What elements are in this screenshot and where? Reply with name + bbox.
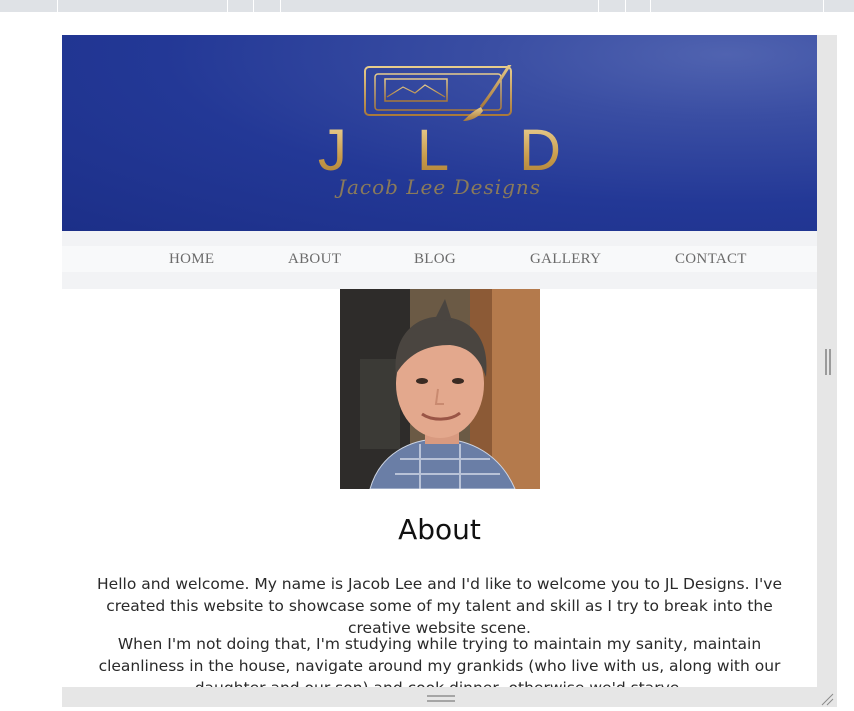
nav-about[interactable]: ABOUT <box>288 251 341 268</box>
about-paragraph-1: Hello and welcome. My name is Jacob Lee … <box>97 575 782 637</box>
profile-photo <box>340 289 540 489</box>
logo-letters: JLD <box>62 117 817 184</box>
editor-toolbar-strip <box>0 0 854 12</box>
corner-resize-icon[interactable] <box>820 691 834 706</box>
main-nav: HOME ABOUT BLOG GALLERY CONTACT <box>62 231 817 289</box>
nav-blog[interactable]: BLOG <box>414 251 456 268</box>
nav-gallery[interactable]: GALLERY <box>530 251 601 268</box>
preview-frame: JLD Jacob Lee Designs HOME ABOUT BLOG GA… <box>62 35 837 707</box>
vertical-resize-handle[interactable] <box>825 349 831 375</box>
logo-tagline: Jacob Lee Designs <box>337 175 542 199</box>
about-heading: About <box>398 513 481 546</box>
nav-contact[interactable]: CONTACT <box>675 251 747 268</box>
horizontal-resize-handle[interactable] <box>427 695 455 703</box>
about-paragraph-2: When I'm not doing that, I'm studying wh… <box>98 635 781 687</box>
nav-home[interactable]: HOME <box>169 251 214 268</box>
header-banner: JLD Jacob Lee Designs <box>62 35 817 231</box>
website-preview: JLD Jacob Lee Designs HOME ABOUT BLOG GA… <box>62 35 817 687</box>
